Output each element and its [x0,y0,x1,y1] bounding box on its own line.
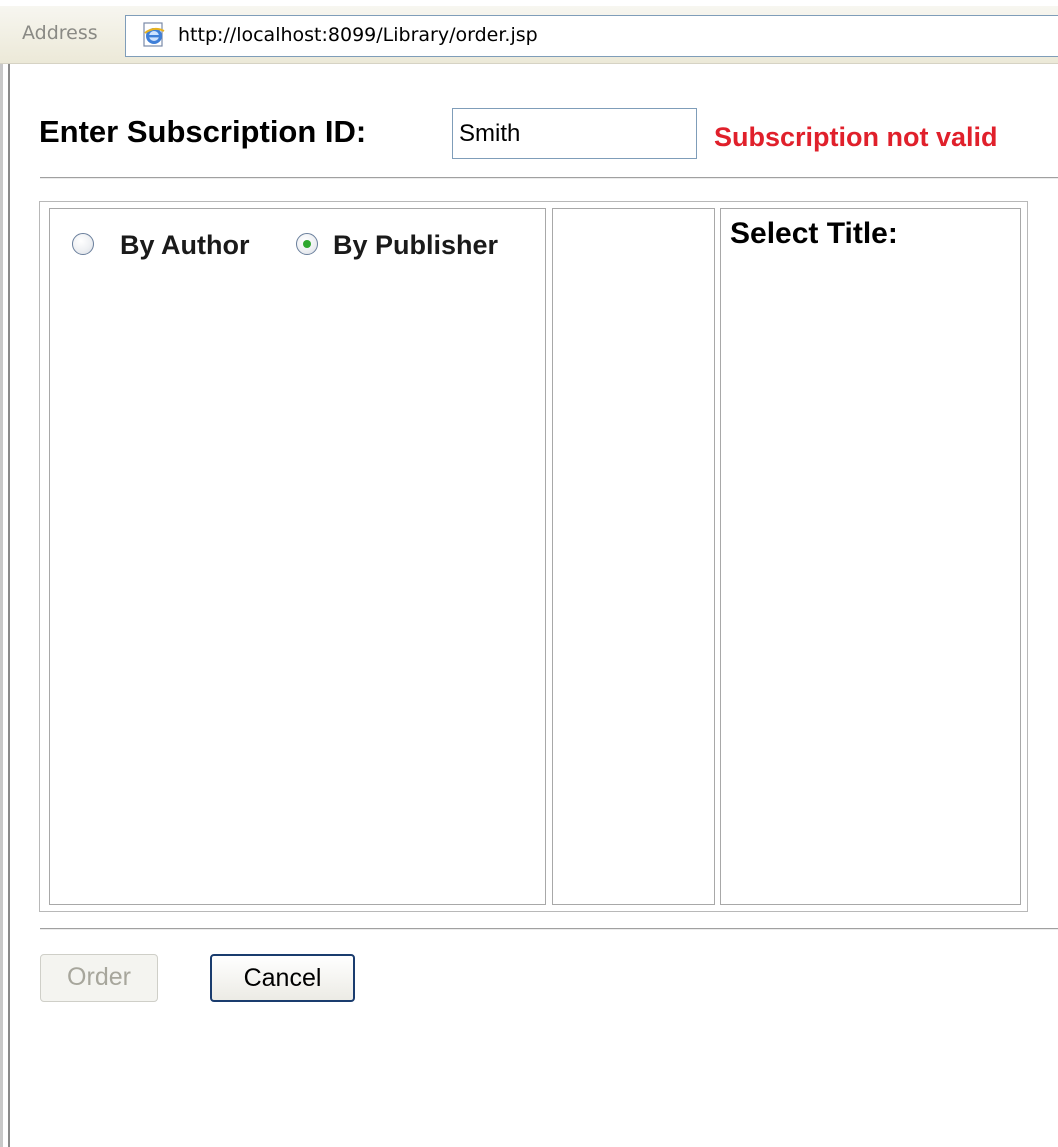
select-title-label: Select Title: [730,217,898,250]
subscription-id-input[interactable] [452,108,697,159]
middle-cell [552,208,715,905]
radio-by-publisher-label[interactable]: By Publisher [333,230,498,261]
cancel-button[interactable]: Cancel [210,954,355,1002]
ie-page-icon [143,22,165,47]
radio-by-publisher[interactable] [296,233,318,255]
radio-selected-dot [303,240,311,248]
divider-bottom [40,928,1058,930]
divider-top [40,177,1058,179]
window-frame-left [0,64,10,1147]
order-button[interactable]: Order [40,954,158,1002]
address-url[interactable]: http://localhost:8099/Library/order.jsp [178,24,538,46]
address-field[interactable]: http://localhost:8099/Library/order.jsp [125,15,1058,57]
browser-window: Address http://localhost:8099/Library/or… [0,0,1058,1147]
search-options-cell: By Author By Publisher [49,208,546,905]
address-bar: Address http://localhost:8099/Library/or… [0,6,1058,64]
radio-by-author[interactable] [72,233,94,255]
radio-by-author-label[interactable]: By Author [120,230,250,261]
subscription-id-label: Enter Subscription ID: [39,114,367,149]
select-title-cell: Select Title: [720,208,1021,905]
address-label: Address [22,22,98,44]
selection-table: By Author By Publisher Select Title: [39,201,1028,912]
subscription-error-message: Subscription not valid [714,122,998,152]
